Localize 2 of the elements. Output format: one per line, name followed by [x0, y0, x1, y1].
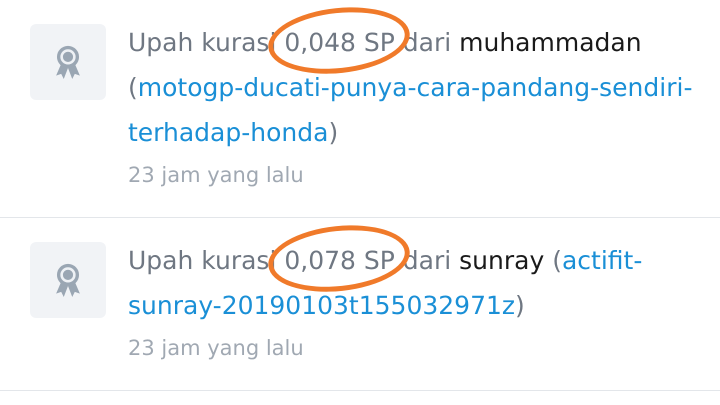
timestamp: 23 jam yang lalu: [128, 162, 305, 189]
timestamp: 23 jam yang lalu: [128, 335, 305, 362]
